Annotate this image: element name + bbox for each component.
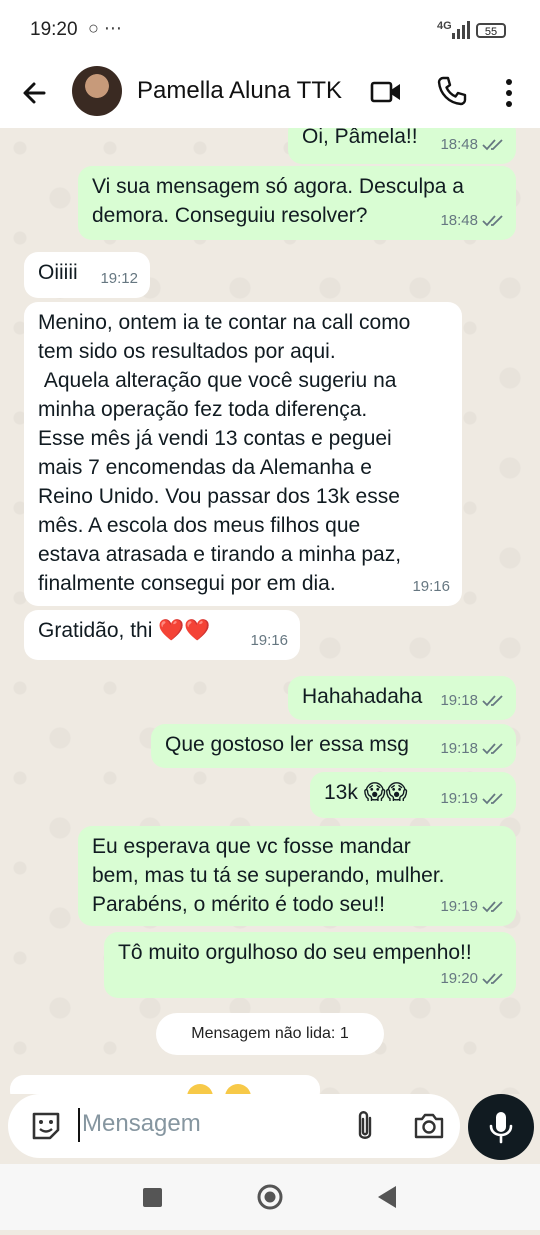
outgoing-message[interactable]: Eu esperava que vc fosse mandar bem, mas…	[78, 826, 516, 926]
message-text: Que gostoso ler essa msg	[165, 733, 409, 756]
sticker-emoji-icon[interactable]	[28, 1108, 64, 1144]
double-check-icon	[482, 214, 503, 226]
system-navigation-bar	[0, 1164, 540, 1230]
outgoing-message[interactable]: Que gostoso ler essa msg 19:18	[151, 724, 516, 768]
message-composer: Mensagem	[0, 1094, 540, 1164]
status-bar: 19:20 ○ ⋯ 4G 55	[0, 0, 540, 60]
double-check-icon	[482, 972, 503, 984]
message-meta: 19:18	[440, 686, 504, 715]
incoming-message[interactable]: Gratidão, thi ❤️❤️ 19:16	[24, 610, 300, 660]
message-text: Oi, Pâmela!!	[302, 128, 418, 148]
signal-icon	[452, 21, 470, 39]
message-meta: 19:16	[412, 572, 450, 601]
back-arrow-icon[interactable]	[18, 76, 52, 110]
more-options-icon[interactable]	[500, 76, 518, 110]
status-time: 19:20	[30, 19, 78, 40]
voice-record-button[interactable]	[468, 1094, 534, 1160]
phone-call-icon[interactable]	[436, 75, 468, 107]
outgoing-message[interactable]: Vi sua mensagem só agora. Desculpa a dem…	[78, 166, 516, 240]
message-time: 18:48	[440, 212, 478, 229]
message-time: 19:18	[440, 692, 478, 709]
message-meta: 19:20	[440, 964, 504, 993]
chat-header: Pamella Aluna TTK	[0, 60, 540, 128]
attach-clip-icon[interactable]	[350, 1108, 380, 1144]
message-text: Oiiiii	[38, 261, 78, 284]
message-meta: 19:12	[100, 264, 138, 293]
message-text: Menino, ontem ia te contar na call como …	[38, 311, 411, 595]
double-check-icon	[482, 900, 503, 912]
message-text: Tô muito orgulhoso do seu empenho!!	[118, 941, 472, 964]
message-text: Gratidão, thi ❤️❤️	[38, 619, 211, 642]
microphone-icon	[489, 1112, 513, 1144]
unread-divider: Mensagem não lida: 1	[156, 1013, 384, 1055]
double-check-icon	[482, 792, 503, 804]
message-time: 19:18	[440, 740, 478, 757]
message-text: Eu esperava que vc fosse mandar bem, mas…	[92, 835, 445, 916]
message-input-pill[interactable]: Mensagem	[8, 1094, 460, 1158]
system-nav-icons	[143, 1184, 396, 1210]
text-caret	[78, 1108, 80, 1142]
outgoing-message[interactable]: Tô muito orgulhoso do seu empenho!! 19:2…	[104, 932, 516, 998]
message-time: 19:12	[100, 270, 138, 287]
message-text: Hahahadaha	[302, 685, 423, 708]
contact-name[interactable]: Pamella Aluna TTK	[137, 77, 342, 105]
incoming-message[interactable]: Menino, ontem ia te contar na call como …	[24, 302, 462, 606]
message-text: 13k 😱😱	[324, 781, 408, 804]
message-time: 19:16	[250, 632, 288, 649]
message-text: Vi sua mensagem só agora. Desculpa a dem…	[92, 175, 464, 227]
chat-area[interactable]: Oi, Pâmela!! 18:48 Vi sua mensagem só ag…	[0, 128, 540, 1094]
network-type: 4G	[437, 20, 452, 32]
double-check-icon	[482, 694, 503, 706]
battery-icon: 55	[476, 23, 506, 38]
message-meta: 19:19	[440, 892, 504, 921]
incoming-message-partial[interactable]	[10, 1075, 320, 1094]
double-check-icon	[482, 138, 503, 150]
avatar[interactable]	[72, 66, 122, 116]
emoji-partial-icon	[187, 1084, 251, 1094]
recent-apps-icon	[143, 1188, 162, 1207]
outgoing-message[interactable]: Oi, Pâmela!! 18:48	[288, 128, 516, 164]
camera-icon[interactable]	[412, 1110, 446, 1142]
message-meta: 19:18	[440, 734, 504, 763]
video-call-icon[interactable]	[370, 78, 402, 106]
message-meta: 18:48	[440, 130, 504, 159]
message-meta: 19:19	[440, 784, 504, 813]
message-meta: 19:16	[250, 626, 288, 655]
message-time: 19:20	[440, 970, 478, 987]
outgoing-message[interactable]: Hahahadaha 19:18	[288, 676, 516, 720]
incoming-message[interactable]: Oiiiii 19:12	[24, 252, 150, 298]
back-nav-icon	[378, 1186, 396, 1208]
outgoing-message[interactable]: 13k 😱😱 19:19	[310, 772, 516, 818]
message-meta: 18:48	[440, 206, 504, 235]
message-time: 18:48	[440, 136, 478, 153]
message-time: 19:19	[440, 790, 478, 807]
notification-icons: ○ ⋯	[88, 18, 122, 38]
message-time: 19:19	[440, 898, 478, 915]
message-input[interactable]: Mensagem	[82, 1110, 201, 1138]
message-time: 19:16	[412, 578, 450, 595]
double-check-icon	[482, 742, 503, 754]
